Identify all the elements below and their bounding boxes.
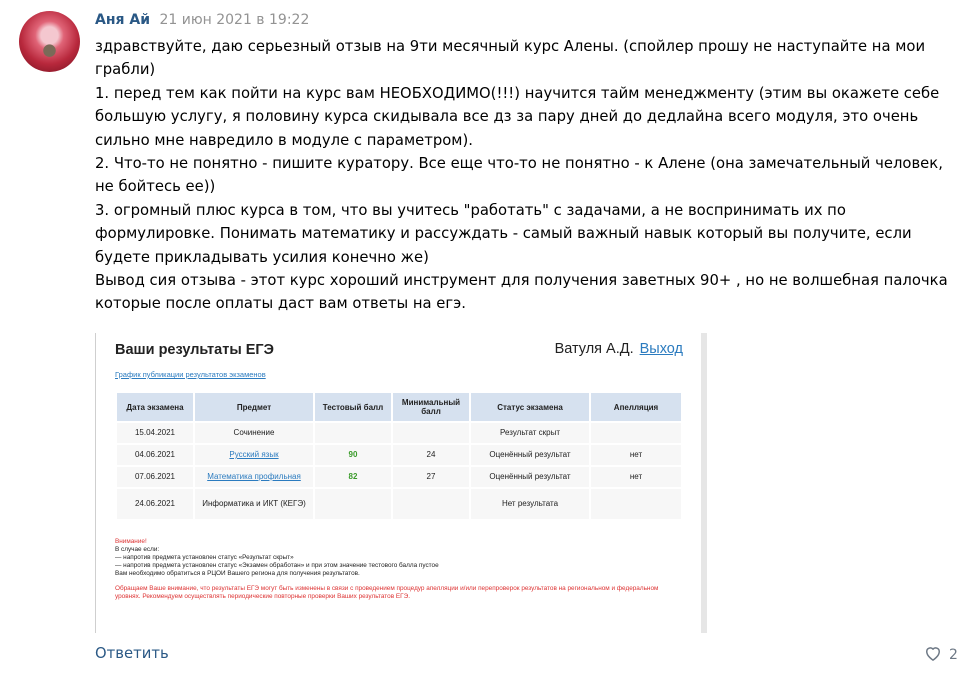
cell-appeal: нет bbox=[589, 443, 683, 467]
cell-subject: Информатика и ИКТ (КЕГЭ) bbox=[193, 487, 315, 521]
user-name: Ватуля А.Д. bbox=[554, 341, 634, 357]
cell-status: Оценённый результат bbox=[469, 443, 591, 467]
note-line: — напротив предмета установлен статус «Э… bbox=[115, 562, 439, 569]
cell-date: 15.04.2021 bbox=[115, 421, 195, 445]
post-paragraph: 3. огромный плюс курса в том, что вы учи… bbox=[95, 201, 912, 266]
attached-screenshot[interactable]: Ваши результаты ЕГЭ Ватуля А.Д. Выход Гра… bbox=[95, 333, 707, 633]
results-notes: Внимание! В случае если: — напротив пред… bbox=[115, 538, 675, 601]
cell-status: Результат скрыт bbox=[469, 421, 591, 445]
cell-min-score bbox=[391, 421, 471, 445]
cell-score: 90 bbox=[313, 443, 393, 467]
results-title: Ваши результаты ЕГЭ bbox=[115, 342, 274, 358]
cell-date: 04.06.2021 bbox=[115, 443, 195, 467]
attention-label: Внимание! bbox=[115, 538, 147, 545]
table-row: 04.06.2021 Русский язык 90 24 Оценённый … bbox=[115, 443, 683, 467]
col-header: Статус экзамена bbox=[469, 391, 591, 423]
subject-link: Русский язык bbox=[229, 450, 279, 459]
subject-link: Математика профильная bbox=[207, 472, 301, 481]
cell-date: 07.06.2021 bbox=[115, 465, 195, 489]
cell-min-score bbox=[391, 487, 471, 521]
col-header: Апелляция bbox=[589, 391, 683, 423]
warning-text: Обращаем Ваше внимание, что результаты Е… bbox=[115, 585, 659, 600]
logout-link: Выход bbox=[639, 341, 683, 357]
cell-min-score: 24 bbox=[391, 443, 471, 467]
table-row: 07.06.2021 Математика профильная 82 27 О… bbox=[115, 465, 683, 489]
results-table: Дата экзамена Предмет Тестовый балл Мини… bbox=[115, 391, 683, 521]
cell-subject: Сочинение bbox=[193, 421, 315, 445]
table-header-row: Дата экзамена Предмет Тестовый балл Мини… bbox=[115, 391, 683, 423]
post-paragraph: 1. перед тем как пойти на курс вам НЕОБХ… bbox=[95, 84, 940, 149]
cell-appeal bbox=[589, 487, 683, 521]
cell-score bbox=[313, 421, 393, 445]
schedule-link: График публикации результатов экзаменов bbox=[115, 370, 266, 379]
table-row: 24.06.2021 Информатика и ИКТ (КЕГЭ) Нет … bbox=[115, 487, 683, 521]
post-date[interactable]: 21 июн 2021 в 19:22 bbox=[159, 12, 309, 28]
cell-status: Нет результата bbox=[469, 487, 591, 521]
cell-date: 24.06.2021 bbox=[115, 487, 195, 521]
author-name[interactable]: Аня Ай bbox=[95, 12, 150, 28]
post-header: Аня Ай 21 июн 2021 в 19:22 bbox=[95, 10, 309, 30]
cell-appeal: нет bbox=[589, 465, 683, 489]
col-header: Дата экзамена bbox=[115, 391, 195, 423]
results-user: Ватуля А.Д. Выход bbox=[555, 341, 683, 357]
col-header: Тестовый балл bbox=[313, 391, 393, 423]
post-text: здравствуйте, даю серьезный отзыв на 9ти… bbox=[95, 35, 955, 316]
table-row: 15.04.2021 Сочинение Результат скрыт bbox=[115, 421, 683, 445]
like-button[interactable]: 2 bbox=[923, 643, 958, 667]
cell-status: Оценённый результат bbox=[469, 465, 591, 489]
cell-subject: Математика профильная bbox=[193, 465, 315, 489]
heart-icon bbox=[923, 643, 943, 667]
post-paragraph: Вывод сия отзыва - этот курс хороший инс… bbox=[95, 272, 948, 313]
likes-count: 2 bbox=[949, 647, 958, 663]
cell-score: 82 bbox=[313, 465, 393, 489]
post-paragraph: 2. Что-то не понятно - пишите куратору. … bbox=[95, 155, 943, 196]
note-line: В случае если: bbox=[115, 546, 160, 553]
avatar[interactable] bbox=[19, 11, 80, 72]
cell-appeal bbox=[589, 421, 683, 445]
col-header: Минимальный балл bbox=[391, 391, 471, 423]
cell-subject: Русский язык bbox=[193, 443, 315, 467]
cell-score bbox=[313, 487, 393, 521]
note-line: — напротив предмета установлен статус «Р… bbox=[115, 554, 294, 561]
cell-min-score: 27 bbox=[391, 465, 471, 489]
note-line: Вам необходимо обратиться в РЦОИ Вашего … bbox=[115, 570, 360, 577]
post-paragraph: здравствуйте, даю серьезный отзыв на 9ти… bbox=[95, 38, 926, 79]
col-header: Предмет bbox=[193, 391, 315, 423]
reply-button[interactable]: Ответить bbox=[95, 645, 169, 662]
